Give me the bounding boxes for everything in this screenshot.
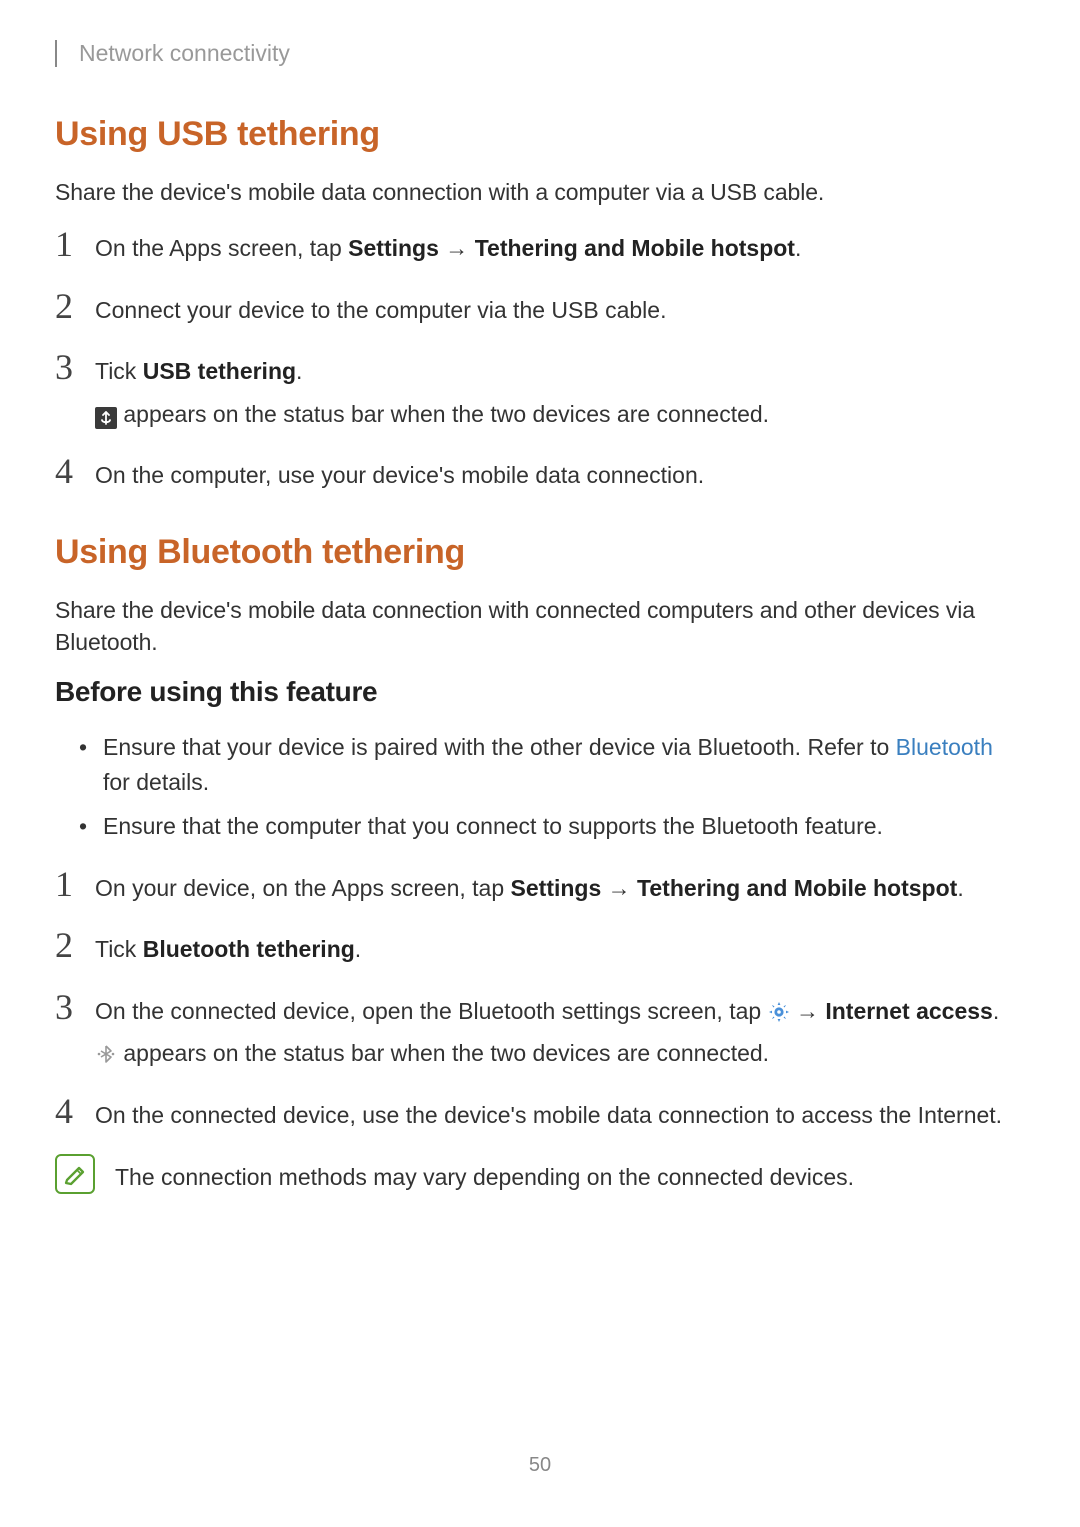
page-number: 50 <box>0 1454 1080 1477</box>
step-text: On the connected device, use the device'… <box>95 1102 1002 1128</box>
step-text: Tick USB tethering. <box>95 358 302 384</box>
step-number: 4 <box>55 453 95 493</box>
step-text: Connect your device to the computer via … <box>95 297 666 323</box>
bullet-list: • Ensure that your device is paired with… <box>55 730 1005 844</box>
bullet-text: Ensure that your device is paired with t… <box>103 730 1005 799</box>
usb-step-2: 2 Connect your device to the computer vi… <box>55 288 1005 328</box>
step-number: 1 <box>55 866 95 906</box>
step-text: On the Apps screen, tap Settings → Tethe… <box>95 235 801 261</box>
usb-step-4: 4 On the computer, use your device's mob… <box>55 453 1005 493</box>
breadcrumb: Network connectivity <box>79 40 1005 67</box>
section-intro-usb: Share the device's mobile data connectio… <box>55 176 1005 208</box>
note-text: The connection methods may vary dependin… <box>105 1154 1005 1195</box>
usb-step-3: 3 Tick USB tethering. appears on the sta… <box>55 349 1005 431</box>
step-number: 4 <box>55 1093 95 1133</box>
bullet-item: • Ensure that your device is paired with… <box>55 730 1005 799</box>
step-text: On the connected device, open the Blueto… <box>95 998 999 1024</box>
step-text: On the computer, use your device's mobil… <box>95 462 704 488</box>
step-number: 3 <box>55 349 95 431</box>
step-number: 2 <box>55 927 95 967</box>
subsection-title: Before using this feature <box>55 676 1005 708</box>
step-number: 1 <box>55 226 95 266</box>
section-title-usb: Using USB tethering <box>55 115 1005 154</box>
note-box: The connection methods may vary dependin… <box>55 1154 1005 1195</box>
settings-gear-icon <box>768 1001 790 1023</box>
header-section: Network connectivity <box>55 40 1005 67</box>
step-sub-text: appears on the status bar when the two d… <box>95 1036 1005 1071</box>
section-title-bt: Using Bluetooth tethering <box>55 533 1005 572</box>
bullet-dot: • <box>79 809 103 844</box>
section-intro-bt: Share the device's mobile data connectio… <box>55 594 1005 658</box>
step-sub-text: appears on the status bar when the two d… <box>95 397 1005 432</box>
note-icon <box>55 1154 95 1194</box>
bullet-item: • Ensure that the computer that you conn… <box>55 809 1005 844</box>
bt-step-1: 1 On your device, on the Apps screen, ta… <box>55 866 1005 906</box>
step-number: 3 <box>55 989 95 1071</box>
bullet-dot: • <box>79 730 103 799</box>
bluetooth-tether-status-icon <box>95 1043 117 1065</box>
step-text: On your device, on the Apps screen, tap … <box>95 875 964 901</box>
usb-tether-status-icon <box>95 407 117 429</box>
bt-step-4: 4 On the connected device, use the devic… <box>55 1093 1005 1133</box>
link-bluetooth[interactable]: Bluetooth <box>896 734 993 760</box>
step-number: 2 <box>55 288 95 328</box>
step-text: Tick Bluetooth tethering. <box>95 936 361 962</box>
usb-step-1: 1 On the Apps screen, tap Settings → Tet… <box>55 226 1005 266</box>
bullet-text: Ensure that the computer that you connec… <box>103 809 883 844</box>
bt-step-3: 3 On the connected device, open the Blue… <box>55 989 1005 1071</box>
bt-step-2: 2 Tick Bluetooth tethering. <box>55 927 1005 967</box>
